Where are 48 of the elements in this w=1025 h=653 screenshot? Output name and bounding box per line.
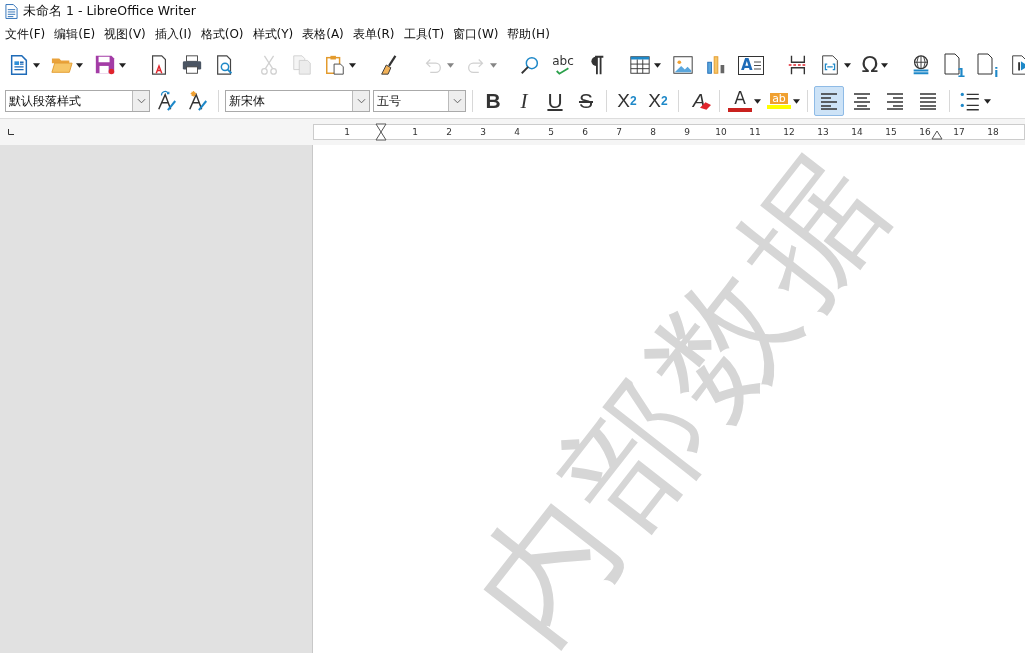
font-color-button[interactable]: A bbox=[726, 87, 754, 115]
font-name-combo-box[interactable]: 新宋体 bbox=[225, 90, 370, 112]
window-title: 未命名 1 - LibreOffice Writer bbox=[23, 2, 196, 20]
ruler-number: 1 bbox=[344, 127, 350, 137]
ruler-number: 13 bbox=[817, 127, 829, 137]
underline-button[interactable]: U bbox=[541, 87, 569, 115]
ruler-number: 10 bbox=[715, 127, 727, 137]
menu-item[interactable]: 表格(A) bbox=[302, 25, 344, 43]
menu-item[interactable]: 格式(O) bbox=[200, 25, 244, 43]
menu-item[interactable]: 工具(T) bbox=[403, 25, 445, 43]
bold-button[interactable]: B bbox=[479, 87, 507, 115]
menu-item[interactable]: 编辑(E) bbox=[54, 25, 96, 43]
ruler-number: 1 bbox=[412, 127, 418, 137]
paragraph-style-combo-box[interactable]: 默认段落样式 bbox=[5, 90, 150, 112]
ruler-number: 17 bbox=[953, 127, 965, 137]
ruler-number: 15 bbox=[885, 127, 897, 137]
spellcheck-button[interactable]: abc bbox=[549, 51, 577, 79]
ruler-number: 6 bbox=[582, 127, 588, 137]
menu-item[interactable]: 视图(V) bbox=[104, 25, 146, 43]
menu-item[interactable]: 文件(F) bbox=[5, 25, 46, 43]
menu-item[interactable]: 样式(Y) bbox=[252, 25, 294, 43]
menu-item[interactable]: 表单(R) bbox=[352, 25, 395, 43]
note-mark: i bbox=[994, 67, 999, 79]
textbox-letter: A bbox=[741, 57, 753, 73]
menu-item[interactable]: 窗口(W) bbox=[453, 25, 499, 43]
special-character-button[interactable]: Ω bbox=[858, 51, 892, 79]
ruler-number: 2 bbox=[446, 127, 452, 137]
menu-item[interactable]: 插入(I) bbox=[154, 25, 192, 43]
ruler-number: 3 bbox=[480, 127, 486, 137]
ruler-number: 16 bbox=[919, 127, 931, 137]
ruler-number: 12 bbox=[783, 127, 795, 137]
font-size-combo-box[interactable]: 五号 bbox=[373, 90, 466, 112]
spellcheck-label: abc bbox=[552, 55, 574, 67]
footnote-button[interactable]: 1 bbox=[940, 51, 969, 79]
ruler-number: 7 bbox=[616, 127, 622, 137]
ruler-number: 5 bbox=[548, 127, 554, 137]
ruler-number: 4 bbox=[514, 127, 520, 137]
note-mark: 1 bbox=[957, 67, 966, 79]
endnote-button[interactable]: i bbox=[973, 51, 1002, 79]
strikethrough-button[interactable]: S bbox=[572, 87, 600, 115]
ruler-number: 8 bbox=[650, 127, 656, 137]
italic-button[interactable]: I bbox=[510, 87, 538, 115]
ruler-number: 11 bbox=[749, 127, 761, 137]
clear-formatting-button[interactable]: A bbox=[685, 87, 713, 115]
ruler-number: 14 bbox=[851, 127, 863, 137]
menu-item[interactable]: 帮助(H) bbox=[507, 25, 550, 43]
ruler-number: 9 bbox=[684, 127, 690, 137]
ruler-number: 18 bbox=[987, 127, 999, 137]
